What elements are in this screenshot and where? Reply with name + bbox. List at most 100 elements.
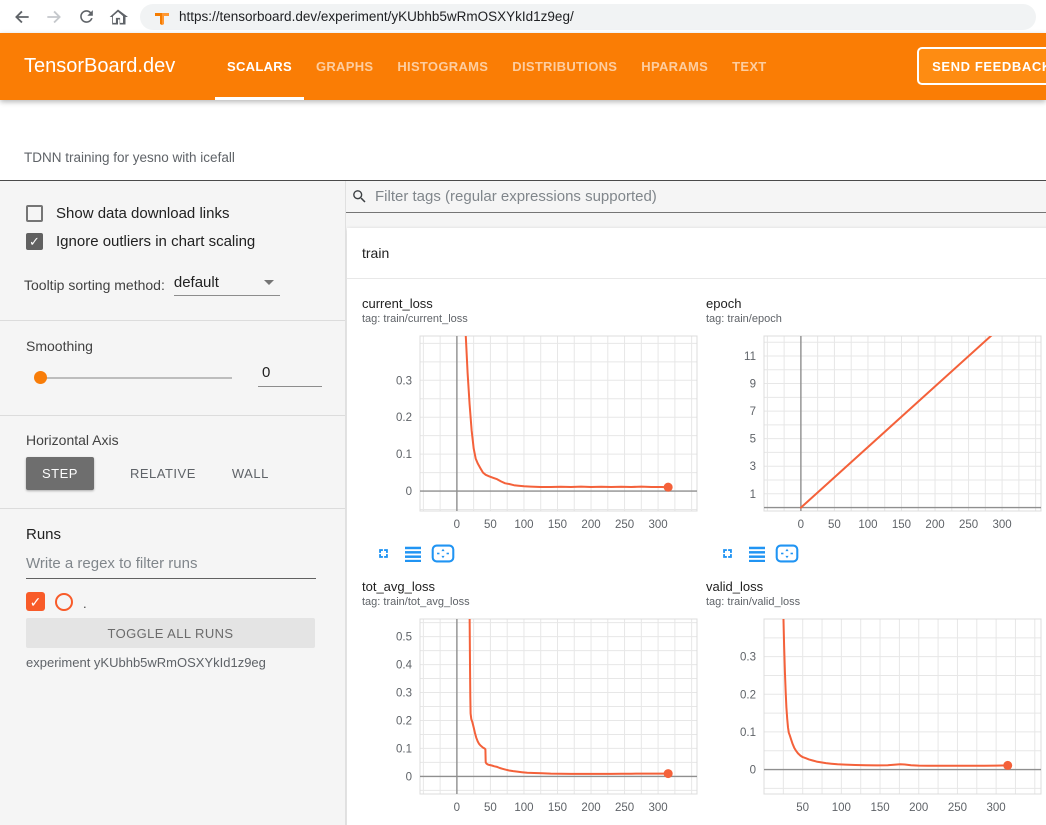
tab-distributions[interactable]: DISTRIBUTIONS	[500, 33, 629, 100]
smoothing-slider: 0	[26, 370, 320, 386]
horizontal-axis-label: Horizontal Axis	[26, 432, 119, 448]
divider	[0, 508, 345, 509]
tag-group-title[interactable]: train	[347, 228, 1046, 279]
svg-text:150: 150	[548, 519, 567, 531]
tab-graphs[interactable]: GRAPHS	[304, 33, 385, 100]
dropdown-arrow-icon	[264, 280, 274, 285]
tab-scalars[interactable]: SCALARS	[215, 33, 304, 100]
divider	[0, 320, 345, 321]
toggle-all-runs-button[interactable]: TOGGLE ALL RUNS	[26, 618, 315, 648]
fit-domain-icon[interactable]	[431, 544, 455, 563]
svg-text:3: 3	[750, 461, 756, 473]
horizontal-axis-buttons: STEP RELATIVE WALL	[26, 457, 269, 490]
svg-text:0.1: 0.1	[740, 727, 756, 739]
run-checkbox-icon[interactable]: ✓	[26, 592, 45, 611]
filter-tags-input[interactable]: Filter tags (regular expressions support…	[375, 188, 657, 205]
svg-text:0.4: 0.4	[396, 660, 413, 672]
sidebar: Show data download links ✓ Ignore outlie…	[0, 181, 346, 825]
step-button[interactable]: STEP	[26, 457, 94, 490]
slider-track[interactable]	[40, 377, 232, 379]
chart-title: valid_loss	[706, 579, 1046, 594]
svg-text:50: 50	[796, 802, 809, 814]
svg-text:100: 100	[514, 802, 533, 814]
log-scale-icon[interactable]	[404, 546, 422, 562]
chart-title: tot_avg_loss	[362, 579, 706, 594]
run-row[interactable]: ✓ .	[26, 592, 87, 611]
reload-icon[interactable]	[72, 4, 100, 30]
run-color-circle-icon	[55, 593, 73, 611]
forward-icon[interactable]	[40, 4, 68, 30]
svg-text:250: 250	[959, 519, 978, 531]
chart-tag: tag: train/tot_avg_loss	[362, 596, 706, 608]
scalar-chart-card: epochtag: train/epoch0501001502002503001…	[706, 296, 1046, 563]
filter-tags-row[interactable]: Filter tags (regular expressions support…	[346, 181, 1046, 213]
svg-text:200: 200	[909, 802, 928, 814]
chart-plot[interactable]: 05010015020025030000.10.20.3	[362, 333, 702, 535]
svg-text:0.3: 0.3	[396, 688, 412, 700]
fullscreen-icon[interactable]	[720, 546, 735, 561]
svg-text:200: 200	[925, 519, 944, 531]
home-icon[interactable]	[104, 4, 132, 30]
checkbox-unchecked-icon[interactable]	[26, 205, 43, 222]
svg-text:0.2: 0.2	[396, 715, 412, 727]
svg-text:100: 100	[858, 519, 877, 531]
tab-histograms[interactable]: HISTOGRAMS	[385, 33, 500, 100]
fullscreen-icon[interactable]	[376, 546, 391, 561]
svg-text:300: 300	[993, 519, 1012, 531]
nav-tabs: SCALARS GRAPHS HISTOGRAMS DISTRIBUTIONS …	[215, 33, 779, 100]
tab-text[interactable]: TEXT	[720, 33, 778, 100]
svg-text:9: 9	[750, 379, 756, 391]
scalar-chart-card: current_losstag: train/current_loss05010…	[362, 296, 706, 563]
brand-title: TensorBoard.dev	[24, 55, 175, 78]
svg-text:0: 0	[406, 771, 412, 783]
svg-text:0.3: 0.3	[396, 375, 412, 387]
svg-text:200: 200	[581, 802, 600, 814]
slider-thumb[interactable]	[34, 371, 47, 384]
tab-hparams[interactable]: HPARAMS	[629, 33, 720, 100]
experiment-bar: TDNN training for yesno with icefall	[0, 100, 1046, 181]
runs-label: Runs	[26, 526, 61, 543]
content: Show data download links ✓ Ignore outlie…	[0, 181, 1046, 825]
tooltip-sorting-label: Tooltip sorting method:	[24, 277, 165, 296]
chart-tag: tag: train/valid_loss	[706, 596, 1046, 608]
svg-text:0.3: 0.3	[740, 652, 756, 664]
show-download-links-row[interactable]: Show data download links	[26, 201, 229, 225]
svg-text:0.1: 0.1	[396, 743, 412, 755]
address-bar[interactable]: https://tensorboard.dev/experiment/yKUbh…	[140, 4, 1036, 30]
checkbox-checked-icon[interactable]: ✓	[26, 233, 43, 250]
experiment-id-label: experiment yKUbhb5wRmOSXYkId1z9eg	[26, 655, 266, 670]
experiment-title: TDNN training for yesno with icefall	[24, 150, 235, 165]
send-feedback-button[interactable]: SEND FEEDBACK	[917, 47, 1046, 85]
svg-text:0: 0	[750, 765, 756, 777]
checkbox-label: Ignore outliers in chart scaling	[56, 233, 255, 250]
checkbox-label: Show data download links	[56, 205, 229, 222]
svg-text:0.1: 0.1	[396, 449, 412, 461]
chart-title: current_loss	[362, 296, 706, 311]
smoothing-label: Smoothing	[26, 338, 93, 354]
chart-plot[interactable]: 0501001502002503001357911	[706, 333, 1046, 535]
runs-filter-input[interactable]: Write a regex to filter runs	[26, 555, 316, 579]
svg-text:7: 7	[750, 406, 756, 418]
back-icon[interactable]	[8, 4, 36, 30]
fit-domain-icon[interactable]	[775, 544, 799, 563]
svg-text:0.2: 0.2	[740, 689, 756, 701]
main-area: Filter tags (regular expressions support…	[346, 181, 1046, 825]
tooltip-sorting-select[interactable]: default	[174, 274, 280, 296]
chart-plot[interactable]: 5010015020025030000.10.20.3	[706, 616, 1046, 818]
wall-button[interactable]: WALL	[232, 466, 269, 481]
tooltip-sorting-row: Tooltip sorting method: default	[24, 274, 280, 296]
svg-text:150: 150	[870, 802, 889, 814]
svg-text:0: 0	[406, 486, 412, 498]
svg-text:100: 100	[832, 802, 851, 814]
chart-title: epoch	[706, 296, 1046, 311]
chart-plot[interactable]: 05010015020025030000.10.20.30.40.5	[362, 616, 702, 818]
smoothing-value-input[interactable]: 0	[258, 364, 322, 387]
svg-text:300: 300	[987, 802, 1006, 814]
url-text: https://tensorboard.dev/experiment/yKUbh…	[179, 9, 574, 24]
relative-button[interactable]: RELATIVE	[130, 466, 196, 481]
app-header: TensorBoard.dev SCALARS GRAPHS HISTOGRAM…	[0, 33, 1046, 100]
ignore-outliers-row[interactable]: ✓ Ignore outliers in chart scaling	[26, 229, 255, 253]
svg-text:150: 150	[892, 519, 911, 531]
log-scale-icon[interactable]	[748, 546, 766, 562]
svg-text:200: 200	[581, 519, 600, 531]
